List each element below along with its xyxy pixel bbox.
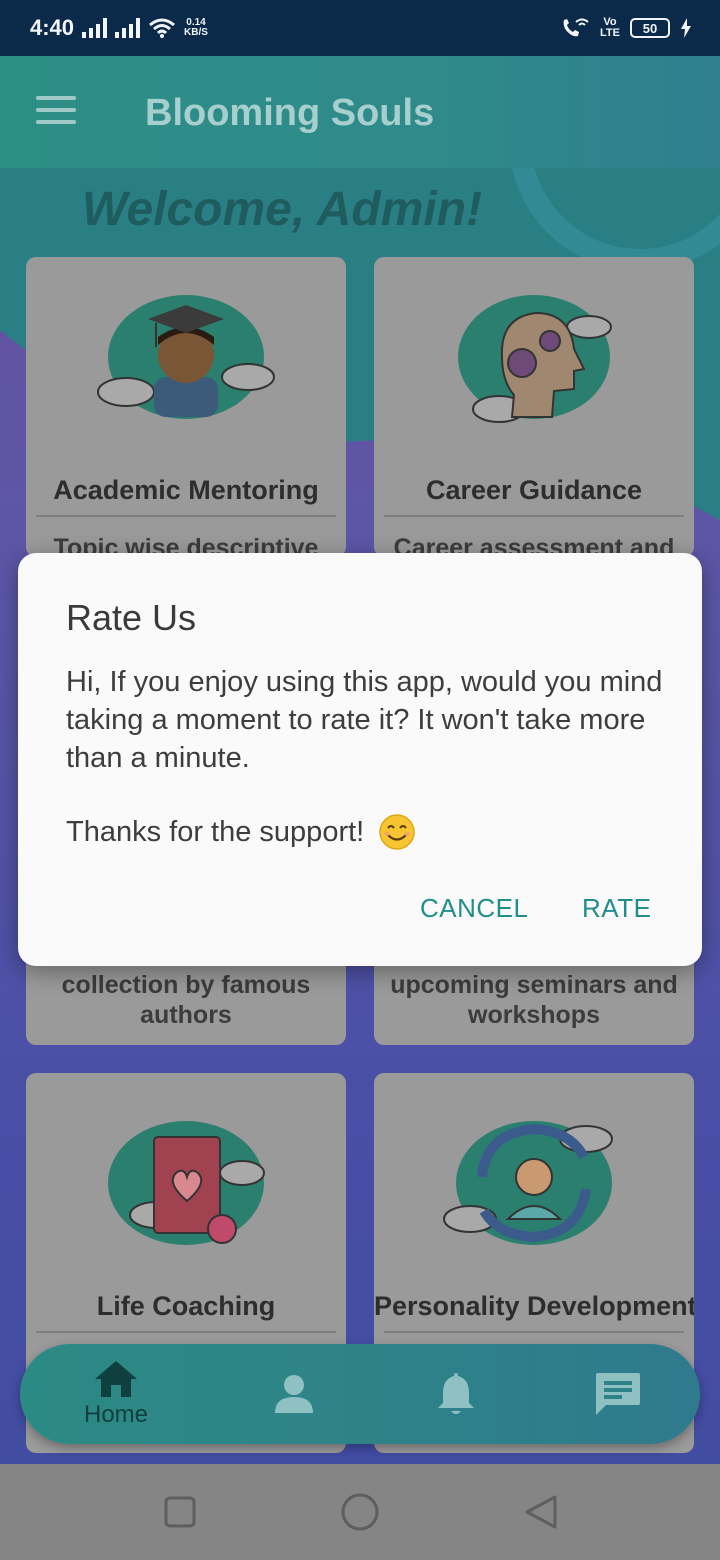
dialog-thanks: Thanks for the support! [66, 815, 365, 848]
volte-bottom: LTE [600, 27, 620, 39]
bell-icon [438, 1373, 474, 1414]
nav-notifications[interactable] [406, 1344, 506, 1444]
network-speed: 0.14 KB/S [184, 18, 208, 38]
charging-icon [681, 18, 691, 38]
smiley-icon [379, 814, 415, 850]
dialog-message: Hi, If you enjoy using this app, would y… [66, 666, 663, 774]
status-bar: 4:40 0.14 KB/S Vo LTE 50 [0, 0, 720, 56]
nav-home-label: Home [83, 1401, 149, 1428]
dialog-thanks-row: Thanks for the support! [66, 813, 416, 851]
wifi-icon [149, 18, 176, 38]
signal-icon [82, 18, 108, 38]
signal-icon-2 [115, 18, 141, 38]
cancel-button[interactable]: CANCEL [420, 893, 528, 924]
recents-icon[interactable] [164, 1496, 196, 1528]
chat-icon [596, 1373, 640, 1415]
home-circle-icon[interactable] [341, 1493, 379, 1531]
profile-icon [275, 1375, 313, 1413]
nav-profile[interactable] [244, 1344, 344, 1444]
home-icon [95, 1361, 137, 1397]
system-navigation-bar [0, 1464, 720, 1560]
back-icon[interactable] [525, 1495, 557, 1529]
bottom-navigation: Home [20, 1344, 700, 1444]
nav-home[interactable]: Home [66, 1344, 166, 1444]
battery-icon: 50 [630, 18, 670, 38]
status-time: 4:40 [30, 15, 75, 40]
speed-unit: KB/S [184, 27, 208, 38]
rate-us-dialog: Rate Us Hi, If you enjoy using this app,… [18, 553, 702, 966]
system-nav-icons [164, 1493, 557, 1531]
rate-button[interactable]: RATE [582, 893, 651, 924]
volte-indicator: Vo LTE [600, 17, 620, 39]
dialog-title: Rate Us [66, 597, 197, 638]
nav-chat[interactable] [568, 1344, 668, 1444]
wifi-call-icon [563, 18, 589, 37]
